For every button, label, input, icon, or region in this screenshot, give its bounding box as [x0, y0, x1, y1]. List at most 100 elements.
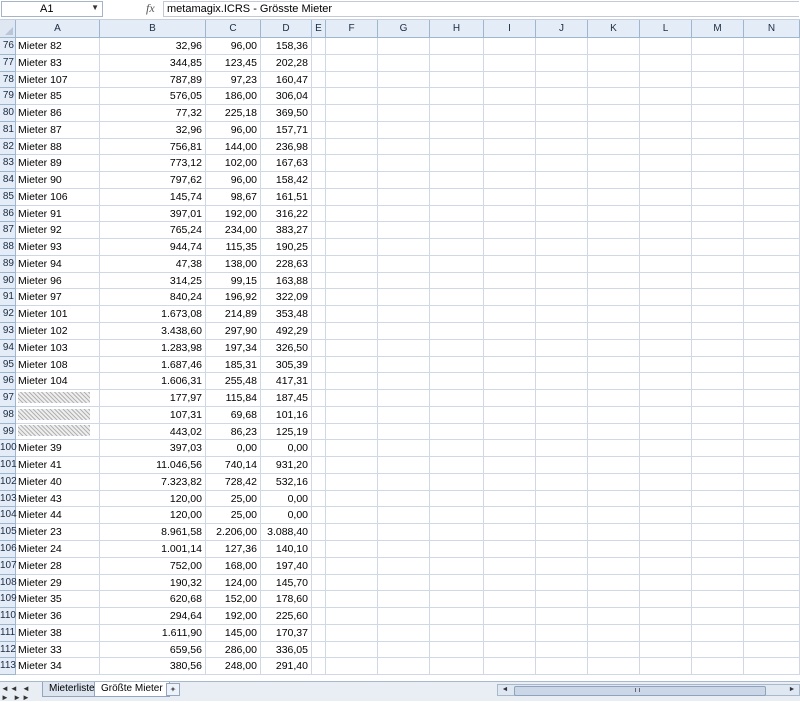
cell-empty[interactable]: [378, 38, 430, 55]
cell-empty[interactable]: [430, 490, 484, 508]
cell-a[interactable]: Mieter 35: [16, 591, 100, 609]
row-header[interactable]: 103: [0, 490, 17, 508]
cell-empty[interactable]: [640, 557, 692, 575]
cell-empty[interactable]: [378, 423, 430, 441]
cell-c[interactable]: 96,00: [206, 38, 261, 55]
cell-empty[interactable]: [484, 591, 536, 609]
cell-empty[interactable]: [588, 138, 640, 156]
cell-empty[interactable]: [326, 440, 378, 458]
cell-empty[interactable]: [744, 155, 800, 173]
cell-empty[interactable]: [312, 440, 326, 458]
cell-d[interactable]: 101,16: [261, 406, 312, 424]
cell-empty[interactable]: [588, 457, 640, 474]
cell-empty[interactable]: [588, 306, 640, 324]
cell-empty[interactable]: [588, 121, 640, 139]
cell-b[interactable]: 32,96: [100, 38, 206, 55]
cell-empty[interactable]: [484, 71, 536, 89]
cell-empty[interactable]: [692, 38, 744, 55]
cell-empty[interactable]: [640, 423, 692, 441]
spreadsheet-grid[interactable]: 76 Mieter 82 32,96 96,00 158,36 77 Mieter 83 34…: [0, 38, 800, 681]
cell-b[interactable]: 1.606,31: [100, 373, 206, 391]
cell-empty[interactable]: [536, 490, 588, 508]
cell-empty[interactable]: [312, 323, 326, 340]
cell-empty[interactable]: [378, 289, 430, 307]
cell-c[interactable]: 186,00: [206, 88, 261, 106]
cell-empty[interactable]: [640, 507, 692, 525]
cell-empty[interactable]: [744, 423, 800, 441]
cell-empty[interactable]: [692, 339, 744, 357]
cell-empty[interactable]: [430, 239, 484, 256]
cell-empty[interactable]: [484, 339, 536, 357]
cell-empty[interactable]: [484, 574, 536, 592]
column-header-e[interactable]: E: [312, 20, 326, 37]
cell-d[interactable]: 3.088,40: [261, 524, 312, 541]
cell-empty[interactable]: [640, 188, 692, 206]
cell-empty[interactable]: [744, 188, 800, 206]
cell-empty[interactable]: [312, 423, 326, 441]
cell-empty[interactable]: [484, 54, 536, 72]
cell-empty[interactable]: [640, 574, 692, 592]
row-header[interactable]: 108: [0, 574, 17, 592]
cell-empty[interactable]: [640, 172, 692, 189]
cell-b[interactable]: 190,32: [100, 574, 206, 592]
cell-empty[interactable]: [744, 490, 800, 508]
cell-empty[interactable]: [378, 272, 430, 290]
cell-empty[interactable]: [536, 222, 588, 240]
cell-empty[interactable]: [536, 138, 588, 156]
cell-empty[interactable]: [640, 222, 692, 240]
cell-empty[interactable]: [744, 306, 800, 324]
cell-empty[interactable]: [326, 121, 378, 139]
cell-empty[interactable]: [430, 457, 484, 474]
row-header[interactable]: 78: [0, 71, 16, 89]
cell-empty[interactable]: [484, 490, 536, 508]
cell-empty[interactable]: [312, 524, 326, 541]
cell-d[interactable]: 383,27: [261, 222, 312, 240]
cell-c[interactable]: 192,00: [206, 608, 261, 625]
cell-empty[interactable]: [430, 524, 484, 541]
cell-d[interactable]: 0,00: [261, 440, 312, 458]
cell-empty[interactable]: [744, 222, 800, 240]
cell-empty[interactable]: [378, 105, 430, 122]
cell-empty[interactable]: [326, 88, 378, 106]
cell-empty[interactable]: [484, 105, 536, 122]
cell-empty[interactable]: [588, 440, 640, 458]
cell-empty[interactable]: [692, 138, 744, 156]
cell-empty[interactable]: [312, 339, 326, 357]
cell-c[interactable]: 0,00: [206, 440, 261, 458]
cell-a[interactable]: Mieter 23: [16, 524, 100, 541]
cell-a[interactable]: Mieter 96: [16, 272, 100, 290]
cell-empty[interactable]: [588, 390, 640, 407]
cell-empty[interactable]: [312, 591, 326, 609]
cell-c[interactable]: 115,84: [206, 390, 261, 407]
cell-empty[interactable]: [326, 38, 378, 55]
cell-empty[interactable]: [692, 608, 744, 625]
cell-empty[interactable]: [536, 105, 588, 122]
cell-empty[interactable]: [378, 339, 430, 357]
cell-c[interactable]: 297,90: [206, 323, 261, 340]
cell-empty[interactable]: [640, 255, 692, 273]
cell-b[interactable]: 620,68: [100, 591, 206, 609]
cell-empty[interactable]: [588, 641, 640, 659]
cell-empty[interactable]: [692, 490, 744, 508]
cell-empty[interactable]: [430, 356, 484, 374]
cell-b[interactable]: 576,05: [100, 88, 206, 106]
cell-empty[interactable]: [484, 440, 536, 458]
cell-empty[interactable]: [312, 473, 326, 491]
cell-empty[interactable]: [484, 205, 536, 223]
cell-c[interactable]: 96,00: [206, 172, 261, 189]
cell-empty[interactable]: [378, 222, 430, 240]
cell-c[interactable]: 124,00: [206, 574, 261, 592]
cell-c[interactable]: 152,00: [206, 591, 261, 609]
cell-empty[interactable]: [312, 172, 326, 189]
cell-d[interactable]: 158,42: [261, 172, 312, 189]
cell-empty[interactable]: [692, 88, 744, 106]
tab-groesste-mieter[interactable]: Größte Mieter: [94, 682, 170, 697]
cell-empty[interactable]: [484, 524, 536, 541]
cell-empty[interactable]: [326, 591, 378, 609]
cell-b[interactable]: 3.438,60: [100, 323, 206, 340]
cell-empty[interactable]: [744, 121, 800, 139]
cell-d[interactable]: 532,16: [261, 473, 312, 491]
cell-empty[interactable]: [312, 105, 326, 122]
cell-empty[interactable]: [484, 138, 536, 156]
cell-empty[interactable]: [588, 507, 640, 525]
